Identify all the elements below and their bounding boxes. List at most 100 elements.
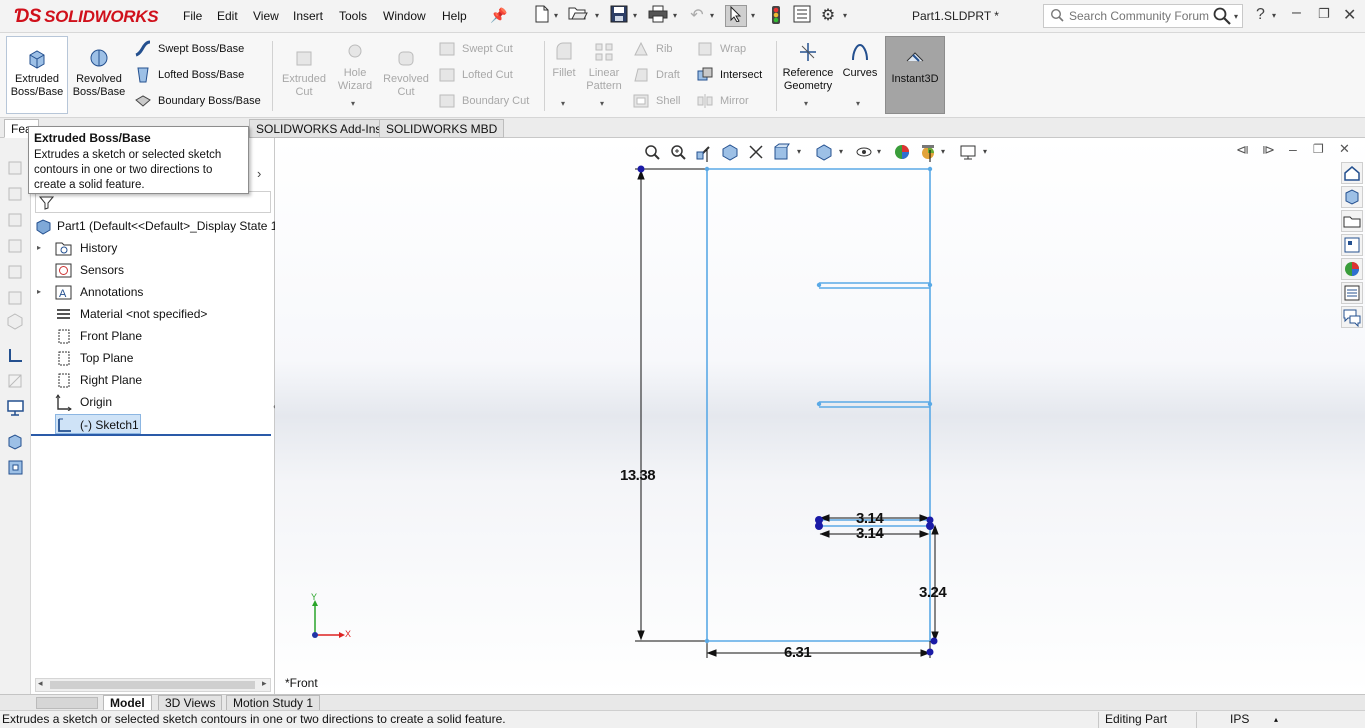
extruded-cut-button[interactable]: Extruded Cut	[276, 47, 332, 99]
tree-item-material[interactable]: Material <not specified>	[37, 304, 207, 324]
dimension-slot-bottom-value[interactable]: 3.14	[856, 525, 884, 542]
help-dropdown-icon[interactable]: ▾	[1272, 11, 1280, 20]
menu-window[interactable]: Window	[383, 9, 426, 23]
lofted-boss-button[interactable]: Lofted Boss/Base	[134, 65, 244, 85]
wrap-button[interactable]: Wrap	[696, 39, 746, 59]
tree-item-sketch1[interactable]: (-) Sketch1	[55, 414, 141, 434]
view-palette-icon[interactable]	[1341, 234, 1363, 256]
restore-icon[interactable]: ❐	[1318, 6, 1330, 22]
sketch-point[interactable]	[815, 522, 823, 530]
dimension-height-value[interactable]: 13.38	[620, 467, 656, 484]
appearance-icon[interactable]	[6, 288, 25, 307]
status-units[interactable]: IPS	[1230, 711, 1249, 728]
extruded-boss-button[interactable]: Extruded Boss/Base	[8, 47, 66, 99]
rib-button[interactable]: Rib	[632, 39, 673, 59]
scroll-left-arrow-icon[interactable]: ◂	[38, 678, 43, 689]
tree-horizontal-scrollbar[interactable]: ◂ ▸	[35, 678, 271, 692]
units-dropdown-icon[interactable]: ▴	[1274, 711, 1278, 728]
tree-filter-box[interactable]	[35, 191, 271, 213]
tree-item-sensors[interactable]: Sensors	[37, 260, 124, 280]
view-cube-icon[interactable]	[6, 158, 25, 177]
menu-view[interactable]: View	[253, 9, 279, 23]
tree-root-part[interactable]: Part1 (Default<<Default>_Display State 1	[35, 216, 277, 236]
menu-file[interactable]: File	[183, 9, 202, 23]
reference-geometry-dropdown-icon[interactable]: ▾	[804, 99, 808, 108]
dimension-width-value[interactable]: 6.31	[784, 644, 812, 661]
smart-dimension-icon[interactable]	[6, 372, 25, 391]
new-dropdown-icon[interactable]: ▾	[554, 11, 562, 20]
curves-button[interactable]: Curves	[840, 41, 880, 80]
file-explorer-icon[interactable]	[1341, 210, 1363, 232]
tab-model[interactable]: Model	[103, 695, 152, 711]
menu-insert[interactable]: Insert	[293, 9, 323, 23]
forum-icon[interactable]	[1341, 306, 1363, 328]
tree-item-history[interactable]: ▸ History	[37, 238, 117, 258]
sketch-canvas[interactable]	[275, 138, 1365, 694]
undo-icon[interactable]: ↶	[686, 5, 708, 27]
print-dropdown-icon[interactable]: ▾	[673, 11, 681, 20]
view-orientation-icon[interactable]	[6, 210, 25, 229]
intersect-button[interactable]: Intersect	[696, 65, 762, 85]
swept-cut-button[interactable]: Swept Cut	[438, 39, 513, 59]
open-dropdown-icon[interactable]: ▾	[595, 11, 603, 20]
hole-wizard-button[interactable]: Hole Wizard	[328, 41, 382, 93]
sketch-point[interactable]	[926, 516, 934, 524]
sketch-point[interactable]	[930, 637, 938, 645]
revolved-cut-button[interactable]: Revolved Cut	[380, 47, 432, 99]
pattern-dropdown-icon[interactable]: ▾	[600, 99, 604, 108]
close-icon[interactable]: ✕	[1343, 5, 1356, 25]
hide-show-icon[interactable]	[6, 262, 25, 281]
new-document-icon[interactable]	[531, 5, 553, 27]
options-dropdown-icon[interactable]: ▾	[843, 11, 851, 20]
menu-help[interactable]: Help	[442, 9, 467, 23]
revolved-boss-button[interactable]: Revolved Boss/Base	[70, 47, 128, 99]
swept-boss-button[interactable]: Swept Boss/Base	[134, 39, 244, 59]
solidworks-resources-home-icon[interactable]	[1341, 162, 1363, 184]
tree-item-origin[interactable]: Origin	[37, 392, 112, 412]
scrollbar-thumb[interactable]	[50, 681, 255, 689]
select-cursor-icon[interactable]	[725, 5, 747, 27]
open-folder-icon[interactable]	[567, 5, 589, 27]
instant3d-button[interactable]: Instant3D	[886, 47, 944, 86]
display-style-icon[interactable]	[6, 236, 25, 255]
mirror-button[interactable]: Mirror	[696, 91, 749, 111]
minimize-icon[interactable]: –	[1292, 4, 1301, 22]
save-dropdown-icon[interactable]: ▾	[633, 11, 641, 20]
rebuild-traffic-light-icon[interactable]	[765, 5, 787, 27]
print-icon[interactable]	[647, 5, 669, 27]
tree-item-front-plane[interactable]: Front Plane	[37, 326, 142, 346]
search-box[interactable]: ▾	[1043, 4, 1243, 28]
rapid-sketch-icon[interactable]	[6, 398, 25, 417]
boundary-cut-button[interactable]: Boundary Cut	[438, 91, 529, 111]
custom-properties-icon[interactable]	[1341, 282, 1363, 304]
menu-edit[interactable]: Edit	[217, 9, 238, 23]
sketch-points[interactable]	[637, 165, 938, 656]
scroll-right-arrow-icon[interactable]: ▸	[262, 678, 267, 689]
expand-arrow-icon[interactable]: ▸	[37, 238, 41, 258]
pin-icon[interactable]: 📌	[490, 7, 507, 24]
cut-feature-icon[interactable]	[6, 458, 25, 477]
tab-solidworks-mbd[interactable]: SOLIDWORKS MBD	[379, 119, 505, 138]
dimension-notch-value[interactable]: 3.24	[919, 584, 947, 601]
curves-dropdown-icon[interactable]: ▾	[856, 99, 860, 108]
lofted-cut-button[interactable]: Lofted Cut	[438, 65, 513, 85]
draft-button[interactable]: Draft	[632, 65, 680, 85]
linear-pattern-button[interactable]: Linear Pattern	[582, 41, 626, 93]
graphics-area[interactable]: ▾ ▾ ▾ ▾ ▾ ⧏ ⧐ – ❐ ✕ 13.38 6.31 3.14 3.14…	[275, 138, 1365, 694]
boundary-boss-button[interactable]: Boundary Boss/Base	[134, 91, 261, 111]
appearances-icon[interactable]	[1341, 258, 1363, 280]
file-properties-icon[interactable]	[791, 5, 813, 27]
tree-item-top-plane[interactable]: Top Plane	[37, 348, 133, 368]
hole-wizard-dropdown-icon[interactable]: ▾	[351, 99, 355, 108]
fillet-dropdown-icon[interactable]: ▾	[561, 99, 565, 108]
sketch-point[interactable]	[926, 648, 934, 656]
tab-solidworks-addins[interactable]: SOLIDWORKS Add-Ins	[249, 119, 389, 138]
search-dropdown-icon[interactable]: ▾	[1234, 12, 1238, 21]
fillet-button[interactable]: Fillet	[546, 41, 582, 80]
panel-next-arrow-icon[interactable]: ›	[257, 166, 261, 181]
save-icon[interactable]	[608, 5, 630, 27]
options-gear-icon[interactable]: ⚙	[817, 5, 839, 27]
sketch-tool-icon[interactable]	[6, 346, 25, 365]
tab-3d-views[interactable]: 3D Views	[158, 695, 223, 711]
scene-icon[interactable]	[6, 312, 25, 331]
